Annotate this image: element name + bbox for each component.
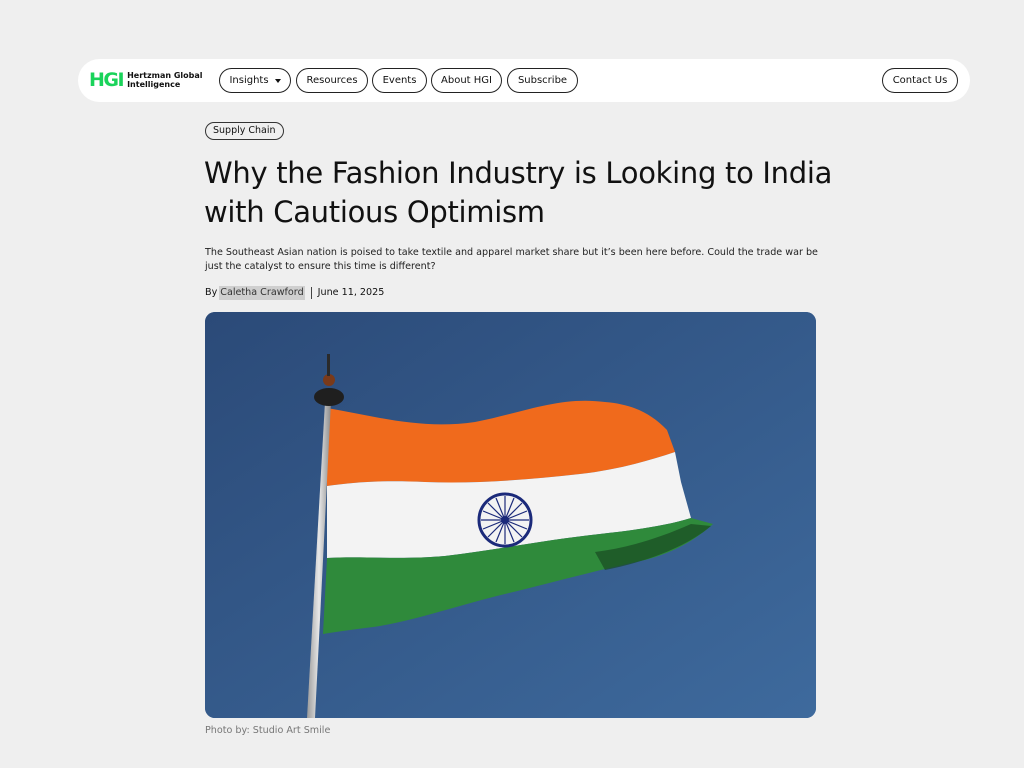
chevron-down-icon bbox=[274, 79, 281, 83]
nav-resources-label: Resources bbox=[306, 75, 358, 86]
publish-date: June 11, 2025 bbox=[317, 287, 385, 298]
top-navbar: HGI Hertzman Global Intelligence Insight… bbox=[78, 59, 970, 102]
logo-line-1: Hertzman Global bbox=[127, 71, 203, 80]
logo-wordmark: Hertzman Global Intelligence bbox=[127, 71, 202, 89]
image-credit: Photo by: Studio Art Smile bbox=[205, 725, 331, 736]
article-title: Why the Fashion Industry is Looking to I… bbox=[204, 156, 833, 229]
logo-line-2: Intelligence bbox=[127, 80, 181, 89]
hgi-logo[interactable]: HGI Hertzman Global Intelligence bbox=[89, 69, 203, 91]
nav-about-label: About HGI bbox=[441, 75, 492, 86]
contact-us-button[interactable]: Contact Us bbox=[882, 68, 958, 93]
category-tag[interactable]: Supply Chain bbox=[205, 122, 284, 140]
nav-subscribe[interactable]: Subscribe bbox=[507, 68, 578, 93]
india-flag-illustration bbox=[205, 312, 816, 718]
author-link[interactable]: Caletha Crawford bbox=[219, 286, 305, 300]
nav-resources[interactable]: Resources bbox=[296, 68, 368, 93]
nav-events[interactable]: Events bbox=[372, 68, 427, 93]
hero-image-india-flag bbox=[205, 312, 816, 718]
logo-mark: HGI bbox=[89, 69, 125, 91]
contact-us-label: Contact Us bbox=[892, 75, 948, 86]
nav-events-label: Events bbox=[382, 75, 417, 86]
nav-about[interactable]: About HGI bbox=[431, 68, 502, 93]
byline-prefix: By bbox=[205, 287, 218, 298]
nav-subscribe-label: Subscribe bbox=[517, 75, 568, 86]
byline: By Caletha Crawford June 11, 2025 bbox=[205, 286, 384, 300]
nav-insights-dropdown[interactable]: Insights bbox=[219, 68, 291, 93]
nav-insights-label: Insights bbox=[229, 75, 269, 86]
ashoka-chakra bbox=[477, 492, 533, 548]
byline-divider bbox=[310, 287, 312, 299]
article-dek: The Southeast Asian nation is poised to … bbox=[205, 247, 818, 272]
